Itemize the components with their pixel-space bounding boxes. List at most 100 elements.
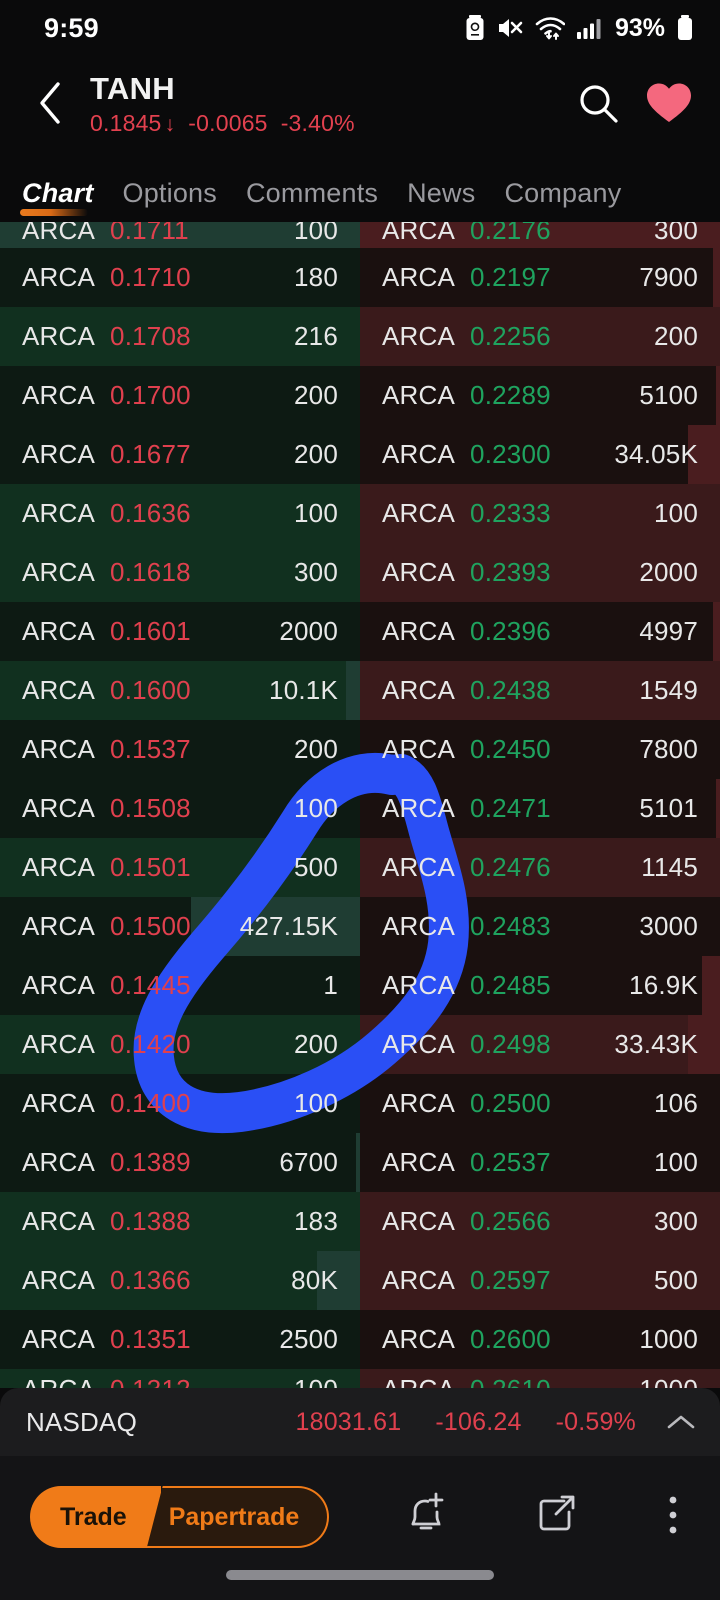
order-book-row[interactable]: ARCA0.136680KARCA0.2597500	[0, 1251, 720, 1310]
ask-side-cell[interactable]: ARCA0.24833000	[360, 897, 720, 956]
order-book-row[interactable]: ARCA0.1500427.15KARCA0.24833000	[0, 897, 720, 956]
share-icon[interactable]	[534, 1492, 580, 1543]
search-icon[interactable]	[576, 81, 620, 130]
bid-side-cell[interactable]: ARCA0.1636100	[0, 484, 360, 543]
ask-side-cell[interactable]: ARCA0.2333100	[360, 484, 720, 543]
bid-side-cell[interactable]: ARCA0.1508100	[0, 779, 360, 838]
bid-market-maker: ARCA	[22, 616, 95, 647]
ask-side-cell[interactable]: ARCA0.2537100	[360, 1133, 720, 1192]
bid-side-cell[interactable]: ARCA0.136680K	[0, 1251, 360, 1310]
order-book-row[interactable]: ARCA0.16012000ARCA0.23964997	[0, 602, 720, 661]
order-book-row[interactable]: ARCA0.1711100ARCA0.2176300	[0, 222, 720, 248]
ask-market-maker: ARCA	[382, 1088, 455, 1119]
ask-side-cell[interactable]: ARCA0.249833.43K	[360, 1015, 720, 1074]
bid-side-cell[interactable]: ARCA0.1400100	[0, 1074, 360, 1133]
price-change-percent: -3.40%	[281, 110, 355, 137]
tab-options[interactable]: Options	[123, 178, 217, 222]
bid-side-cell[interactable]: ARCA0.13896700	[0, 1133, 360, 1192]
index-ticker-bar[interactable]: NASDAQ 18031.61 -106.24 -0.59%	[0, 1388, 720, 1456]
tab-chart[interactable]: Chart	[22, 178, 94, 222]
papertrade-button[interactable]: Papertrade	[147, 1486, 330, 1548]
ask-side-cell[interactable]: ARCA0.26101000	[360, 1369, 720, 1388]
trade-button[interactable]: Trade	[30, 1486, 161, 1548]
order-book-row[interactable]: ARCA0.1420200ARCA0.249833.43K	[0, 1015, 720, 1074]
bid-side-cell[interactable]: ARCA0.1708216	[0, 307, 360, 366]
ask-side-cell[interactable]: ARCA0.2176300	[360, 222, 720, 248]
more-options-icon[interactable]	[666, 1492, 680, 1543]
bid-side-cell[interactable]: ARCA0.1618300	[0, 543, 360, 602]
back-button[interactable]	[22, 77, 78, 133]
heart-icon[interactable]	[644, 80, 694, 131]
bid-price: 0.1618	[110, 557, 191, 588]
symbol-info[interactable]: TANH 0.1845 ↓ -0.0065 -3.40%	[90, 73, 576, 138]
ask-side-cell[interactable]: ARCA0.21977900	[360, 248, 720, 307]
order-book-row[interactable]: ARCA0.1708216ARCA0.2256200	[0, 307, 720, 366]
bid-side-cell[interactable]: ARCA0.13512500	[0, 1310, 360, 1369]
ask-side-cell[interactable]: ARCA0.23932000	[360, 543, 720, 602]
bid-side-cell[interactable]: ARCA0.1711100	[0, 222, 360, 248]
ask-side-cell[interactable]: ARCA0.2566300	[360, 1192, 720, 1251]
add-alert-bell-icon[interactable]	[402, 1490, 448, 1545]
ask-market-maker: ARCA	[382, 557, 455, 588]
ask-side-cell[interactable]: ARCA0.24507800	[360, 720, 720, 779]
order-book-row[interactable]: ARCA0.160010.1KARCA0.24381549	[0, 661, 720, 720]
tab-news[interactable]: News	[407, 178, 475, 222]
ask-quantity: 200	[654, 321, 698, 352]
order-book-row[interactable]: ARCA0.1710180ARCA0.21977900	[0, 248, 720, 307]
bottom-action-bar: Trade Papertrade	[0, 1456, 720, 1600]
order-book-row[interactable]: ARCA0.1388183ARCA0.2566300	[0, 1192, 720, 1251]
bid-side-cell[interactable]: ARCA0.1501500	[0, 838, 360, 897]
order-book-row[interactable]: ARCA0.14451ARCA0.248516.9K	[0, 956, 720, 1015]
order-book-row[interactable]: ARCA0.1508100ARCA0.24715101	[0, 779, 720, 838]
bid-side-cell[interactable]: ARCA0.1677200	[0, 425, 360, 484]
order-book-table[interactable]: ARCA0.1711100ARCA0.2176300ARCA0.1710180A…	[0, 222, 720, 1388]
order-book-row[interactable]: ARCA0.13896700ARCA0.2537100	[0, 1133, 720, 1192]
tab-company[interactable]: Company	[504, 178, 621, 222]
ask-market-maker: ARCA	[382, 439, 455, 470]
index-values: 18031.61 -106.24 -0.59%	[296, 1408, 637, 1437]
bid-side-cell[interactable]: ARCA0.1500427.15K	[0, 897, 360, 956]
bid-price: 0.1708	[110, 321, 191, 352]
bid-price: 0.1388	[110, 1206, 191, 1237]
bid-side-cell[interactable]: ARCA0.1388183	[0, 1192, 360, 1251]
ask-side-cell[interactable]: ARCA0.248516.9K	[360, 956, 720, 1015]
ask-side-cell[interactable]: ARCA0.24715101	[360, 779, 720, 838]
ask-market-maker: ARCA	[382, 793, 455, 824]
bid-side-cell[interactable]: ARCA0.14451	[0, 956, 360, 1015]
ask-side-cell[interactable]: ARCA0.230034.05K	[360, 425, 720, 484]
chevron-up-icon[interactable]	[666, 1412, 696, 1432]
order-book-row[interactable]: ARCA0.13512500ARCA0.26001000	[0, 1310, 720, 1369]
bid-price: 0.1366	[110, 1265, 191, 1296]
bid-side-cell[interactable]: ARCA0.1700200	[0, 366, 360, 425]
order-book-row[interactable]: ARCA0.1537200ARCA0.24507800	[0, 720, 720, 779]
bid-side-cell[interactable]: ARCA0.1420200	[0, 1015, 360, 1074]
bid-side-cell[interactable]: ARCA0.160010.1K	[0, 661, 360, 720]
bid-side-cell[interactable]: ARCA0.1312100	[0, 1369, 360, 1388]
ask-side-cell[interactable]: ARCA0.26001000	[360, 1310, 720, 1369]
order-book-row[interactable]: ARCA0.1400100ARCA0.2500106	[0, 1074, 720, 1133]
ask-side-cell[interactable]: ARCA0.2256200	[360, 307, 720, 366]
bid-side-cell[interactable]: ARCA0.1710180	[0, 248, 360, 307]
bid-side-cell[interactable]: ARCA0.1537200	[0, 720, 360, 779]
ask-side-cell[interactable]: ARCA0.24761145	[360, 838, 720, 897]
ask-market-maker: ARCA	[382, 222, 455, 246]
order-book-row[interactable]: ARCA0.1677200ARCA0.230034.05K	[0, 425, 720, 484]
ask-quantity: 4997	[639, 616, 698, 647]
bid-side-cell[interactable]: ARCA0.16012000	[0, 602, 360, 661]
trade-mode-toggle[interactable]: Trade Papertrade	[30, 1486, 329, 1548]
order-book-row[interactable]: ARCA0.1700200ARCA0.22895100	[0, 366, 720, 425]
ask-side-cell[interactable]: ARCA0.2597500	[360, 1251, 720, 1310]
battery-percent-label: 93%	[615, 14, 665, 43]
ask-side-cell[interactable]: ARCA0.24381549	[360, 661, 720, 720]
ask-side-cell[interactable]: ARCA0.22895100	[360, 366, 720, 425]
ask-quantity: 100	[654, 498, 698, 529]
bid-market-maker: ARCA	[22, 793, 95, 824]
ask-side-cell[interactable]: ARCA0.2500106	[360, 1074, 720, 1133]
order-book-row[interactable]: ARCA0.1618300ARCA0.23932000	[0, 543, 720, 602]
tab-comments[interactable]: Comments	[246, 178, 378, 222]
ask-side-cell[interactable]: ARCA0.23964997	[360, 602, 720, 661]
order-book-row[interactable]: ARCA0.1312100ARCA0.26101000	[0, 1369, 720, 1388]
ask-depth-bar	[716, 366, 720, 425]
order-book-row[interactable]: ARCA0.1501500ARCA0.24761145	[0, 838, 720, 897]
order-book-row[interactable]: ARCA0.1636100ARCA0.2333100	[0, 484, 720, 543]
